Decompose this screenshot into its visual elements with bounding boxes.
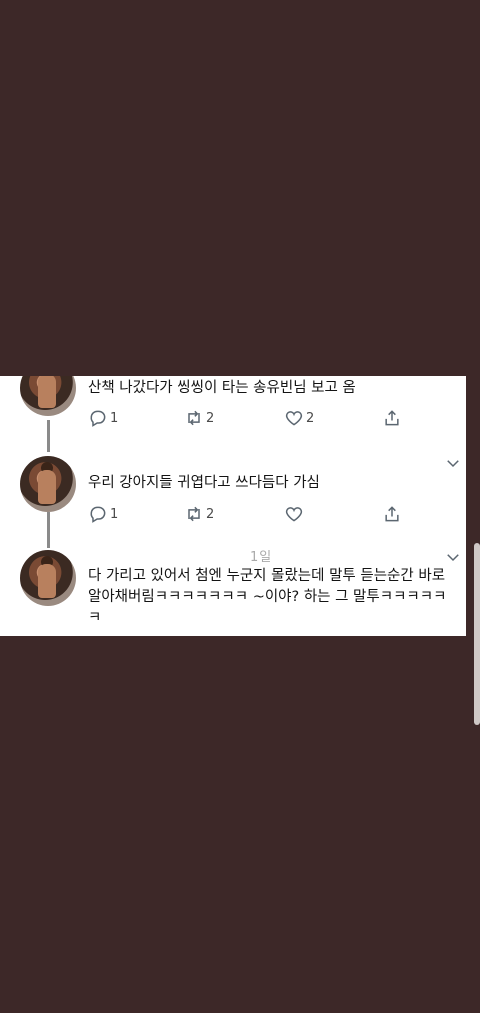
- retweet-button[interactable]: 2: [184, 406, 214, 430]
- reply-count: 1: [110, 506, 119, 522]
- retweet-icon: [188, 410, 200, 426]
- tweet-actions: 1 2 2: [88, 406, 418, 430]
- chevron-down-icon[interactable]: [444, 548, 462, 566]
- avatar[interactable]: [20, 376, 76, 416]
- heart-icon: [285, 411, 303, 426]
- share-button[interactable]: [382, 406, 402, 430]
- like-button[interactable]: 2: [284, 406, 314, 430]
- tweet-1[interactable]: 산책 나갔다가 씽씽이 타는 송유빈님 보고 옴 1 2 2: [0, 376, 466, 446]
- scrollbar[interactable]: [474, 543, 480, 725]
- tweet-3[interactable]: 1일 다 가리고 있어서 첨엔 누군지 몰랐는데 말투 듣는순간 바로 알아채버…: [0, 542, 466, 636]
- tweet-meta: 1일: [250, 550, 273, 565]
- avatar[interactable]: [20, 456, 76, 512]
- like-button[interactable]: [284, 502, 306, 526]
- share-icon: [385, 506, 399, 522]
- tweet-thread-panel: 산책 나갔다가 씽씽이 타는 송유빈님 보고 옴 1 2 2 우리 강아지들 귀…: [0, 376, 466, 636]
- retweet-button[interactable]: 2: [184, 502, 214, 526]
- reply-icon: [90, 410, 106, 427]
- avatar[interactable]: [20, 550, 76, 606]
- retweet-count: 2: [206, 506, 215, 522]
- reply-count: 1: [110, 410, 119, 426]
- like-count: 2: [306, 410, 315, 426]
- retweet-count: 2: [206, 410, 215, 426]
- share-icon: [385, 410, 399, 426]
- chevron-down-icon[interactable]: [444, 454, 462, 472]
- tweet-text: 다 가리고 있어서 첨엔 누군지 몰랐는데 말투 듣는순간 바로 알아채버림ㅋㅋ…: [88, 568, 447, 626]
- retweet-icon: [188, 506, 200, 522]
- reply-icon: [90, 506, 106, 523]
- tweet-text: 산책 나갔다가 씽씽이 타는 송유빈님 보고 옴: [88, 380, 356, 396]
- tweet-actions: 1 2: [88, 502, 418, 526]
- tweet-2[interactable]: 우리 강아지들 귀엽다고 쓰다듬다 가심 1 2: [0, 446, 466, 542]
- reply-button[interactable]: 1: [88, 406, 118, 430]
- reply-button[interactable]: 1: [88, 502, 118, 526]
- share-button[interactable]: [382, 502, 402, 526]
- heart-icon: [285, 507, 303, 522]
- tweet-text: 우리 강아지들 귀엽다고 쓰다듬다 가심: [88, 475, 320, 491]
